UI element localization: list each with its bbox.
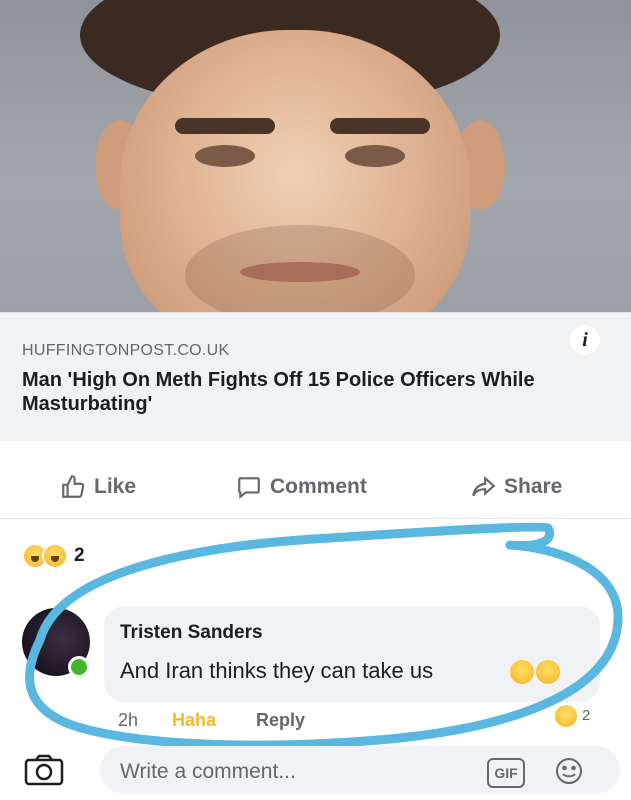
right-eye	[345, 145, 405, 167]
share-arrow-icon	[472, 475, 496, 497]
post-image[interactable]	[0, 0, 631, 312]
link-headline[interactable]: Man 'High On Meth Fights Off 15 Police O…	[22, 368, 582, 416]
info-icon[interactable]: i	[570, 325, 600, 355]
comment-haha-reaction-link[interactable]: Haha	[172, 710, 216, 731]
reaction-count: 2	[74, 545, 85, 566]
comment-author[interactable]: Tristen Sanders	[120, 622, 263, 644]
comment-reaction-count: 2	[582, 707, 591, 724]
comment-input-placeholder[interactable]: Write a comment...	[120, 760, 296, 784]
link-domain: HUFFINGTONPOST.CO.UK	[22, 342, 230, 359]
like-button[interactable]: Like	[60, 474, 136, 500]
comment-reaction-emoji-icon[interactable]	[555, 705, 577, 727]
right-eyebrow	[330, 118, 430, 134]
thumbs-up-icon	[62, 475, 85, 498]
online-status-indicator	[68, 656, 90, 678]
left-eyebrow	[175, 118, 275, 134]
post-actions-bar: Like Comment Share	[0, 462, 631, 519]
comment-reply-link[interactable]: Reply	[256, 710, 305, 731]
reactions-summary[interactable]: 2	[22, 543, 85, 569]
left-eye	[195, 145, 255, 167]
emoji-picker-icon[interactable]	[554, 756, 584, 786]
camera-icon[interactable]	[24, 754, 64, 786]
gif-button[interactable]: GIF	[487, 758, 525, 788]
like-label: Like	[94, 475, 137, 498]
comment-timestamp[interactable]: 2h	[118, 710, 138, 731]
comment-button[interactable]: Comment	[236, 474, 367, 500]
rofl-emoji-icon	[536, 660, 560, 684]
laughing-emoji-icon	[510, 660, 534, 684]
comment-text: And Iran thinks they can take us	[120, 658, 434, 683]
comment-composer: Write a comment... GIF	[0, 740, 631, 800]
share-button[interactable]: Share	[470, 474, 562, 500]
speech-bubble-icon	[238, 477, 260, 500]
share-label: Share	[504, 475, 563, 498]
wow-emoji-icon	[42, 543, 68, 569]
comment-label: Comment	[270, 475, 367, 498]
comment-bubble	[104, 606, 600, 702]
mouth	[240, 262, 360, 282]
